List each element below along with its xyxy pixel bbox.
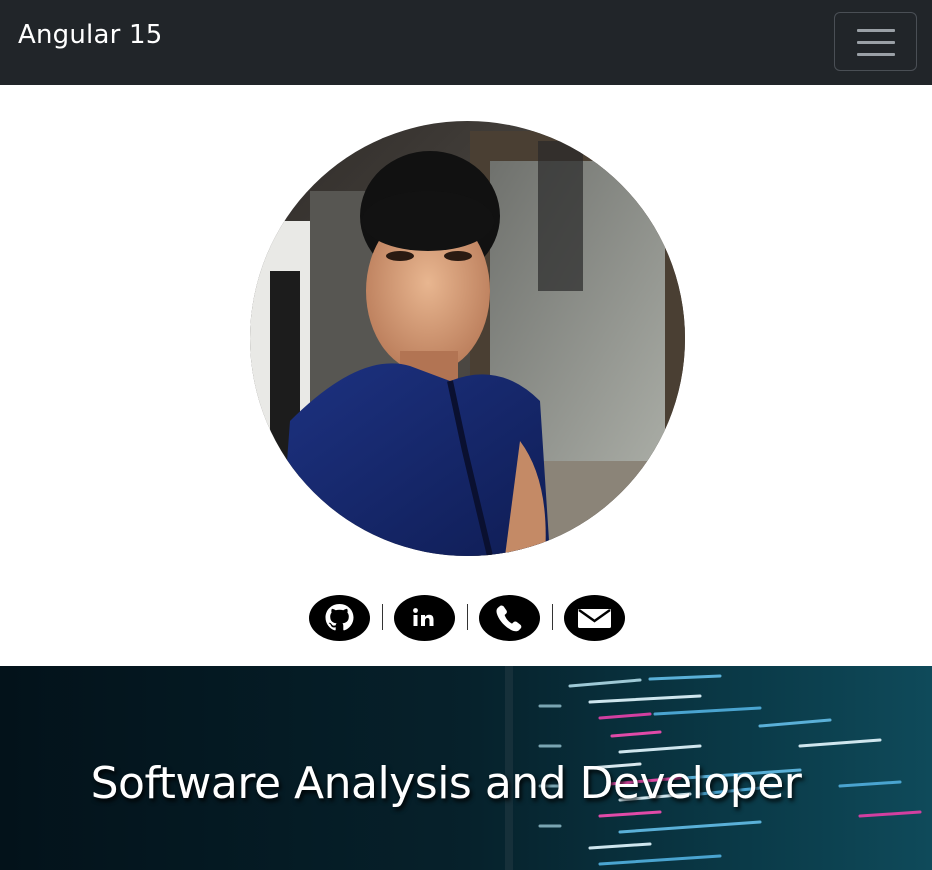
profile-photo [250,121,685,556]
github-icon[interactable] [309,595,370,641]
separator [382,604,383,630]
separator [467,604,468,630]
hamburger-icon-line-3 [857,53,895,56]
social-links [0,590,932,646]
hero-banner: Software Analysis and Developer [0,666,932,870]
hamburger-icon-line-2 [857,41,895,44]
hero-title: Software Analysis and Developer [90,758,802,809]
email-icon[interactable] [564,595,625,641]
navbar-toggle-button[interactable] [834,12,917,71]
top-navbar: Angular 15 [0,0,932,85]
navbar-brand[interactable]: Angular 15 [18,20,162,50]
linkedin-icon[interactable] [394,595,455,641]
hamburger-icon-line-1 [857,29,895,32]
phone-icon[interactable] [479,595,540,641]
separator [552,604,553,630]
profile-photo-illustration [250,121,685,556]
